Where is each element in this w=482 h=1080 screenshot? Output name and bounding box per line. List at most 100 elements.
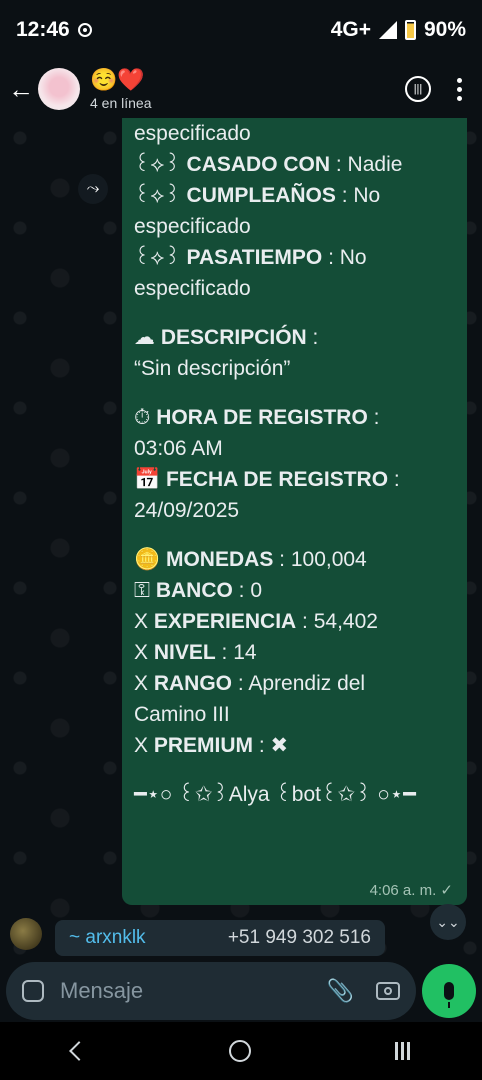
message-line xyxy=(134,384,455,402)
message-line: X EXPERIENCIA : 54,402 xyxy=(134,606,455,637)
line-value: : ✖ xyxy=(253,734,289,757)
status-bar: 12:46 4G+ 90% xyxy=(0,0,482,60)
status-time: 12:46 xyxy=(16,18,70,41)
message-line: 24/09/2025 xyxy=(134,495,455,526)
line-value: “Sin descripción” xyxy=(134,357,291,380)
message-line: ━⋆○ ꒰✩꒱Alya ꒰bot꒰✩꒱ ○⋆━ xyxy=(134,779,455,810)
system-nav-bar xyxy=(0,1022,482,1080)
line-label: PREMIUM xyxy=(153,734,254,757)
sender-card[interactable]: ~ arxnklk +51 949 302 516 xyxy=(55,920,385,956)
battery-icon xyxy=(404,20,416,40)
chat-area[interactable]: ⤳ especificado ꒰⟡꒱ CASADO CON : Nadie ꒰⟡꒱ … xyxy=(0,118,482,960)
line-prefix-icon: ☁ xyxy=(134,326,161,349)
message-line: 📅 FECHA DE REGISTRO : xyxy=(134,464,455,495)
message-line: ☁ DESCRIPCIÓN : xyxy=(134,322,455,353)
line-prefix-icon: ꒰⟡꒱ xyxy=(134,153,187,176)
line-prefix-icon: X xyxy=(134,610,154,633)
forward-icon[interactable]: ⤳ xyxy=(78,174,108,204)
line-prefix-icon: ꒰⟡꒱ xyxy=(134,184,187,207)
line-prefix-icon: X xyxy=(134,641,154,664)
nav-back-icon[interactable] xyxy=(68,1041,89,1061)
chat-header: ← ☺️❤️ 4 en línea ||| xyxy=(0,60,482,118)
message-line: ꒰⟡꒱ PASATIEMPO : No xyxy=(134,242,455,273)
message-line: especificado xyxy=(134,118,455,149)
online-count: 4 en línea xyxy=(90,95,152,111)
camera-icon[interactable] xyxy=(376,982,400,1000)
line-value: : No xyxy=(335,184,381,207)
line-prefix-icon: 📅 xyxy=(134,468,166,491)
line-prefix-icon: X xyxy=(134,734,154,757)
line-label: PASATIEMPO xyxy=(186,246,323,269)
message-line: ⏱ HORA DE REGISTRO : xyxy=(134,402,455,433)
line-label: DESCRIPCIÓN xyxy=(160,326,307,349)
line-value: : No xyxy=(322,246,367,269)
message-line: 🪙 MONEDAS : 100,004 xyxy=(134,544,455,575)
line-label: MONEDAS xyxy=(165,548,274,571)
mic-icon xyxy=(444,982,454,1008)
more-options-icon[interactable] xyxy=(457,77,462,101)
message-bubble[interactable]: especificado ꒰⟡꒱ CASADO CON : Nadie ꒰⟡꒱ CU… xyxy=(122,118,467,905)
nav-home-icon[interactable] xyxy=(229,1040,252,1062)
message-line: X PREMIUM : ✖ xyxy=(134,730,455,761)
line-label: CUMPLEAÑOS xyxy=(186,184,336,207)
line-value: : 54,402 xyxy=(296,610,378,633)
line-value: : 0 xyxy=(232,579,263,602)
message-input-bar[interactable]: Mensaje 📎 xyxy=(6,962,416,1020)
message-line xyxy=(134,304,455,322)
line-value: : xyxy=(367,406,380,429)
back-icon[interactable]: ← xyxy=(8,74,34,105)
record-icon xyxy=(77,23,92,37)
header-text[interactable]: ☺️❤️ 4 en línea xyxy=(90,67,152,111)
battery-level: 90% xyxy=(423,18,466,41)
line-value: especificado xyxy=(134,122,251,145)
message-line: especificado xyxy=(134,273,455,304)
message-line: ⚿ BANCO : 0 xyxy=(134,575,455,606)
sender-avatar[interactable] xyxy=(10,918,42,950)
line-value: : xyxy=(306,326,319,349)
line-label: RANGO xyxy=(153,672,233,695)
message-line: X NIVEL : 14 xyxy=(134,637,455,668)
voice-chat-icon[interactable]: ||| xyxy=(405,76,431,102)
chat-title: ☺️❤️ xyxy=(90,67,145,92)
sticker-icon[interactable] xyxy=(22,980,44,1002)
attach-icon[interactable]: 📎 xyxy=(327,978,354,1004)
message-line: especificado xyxy=(134,211,455,242)
mic-button[interactable] xyxy=(422,964,476,1018)
sender-phone: +51 949 302 516 xyxy=(227,927,371,948)
line-prefix-icon: ꒰⟡꒱ xyxy=(134,246,187,269)
message-line: 03:06 AM xyxy=(134,433,455,464)
reply-preview[interactable]: ~ arxnklk +51 949 302 516 xyxy=(0,912,482,962)
line-value: : Aprendiz del xyxy=(232,672,366,695)
message-line xyxy=(134,526,455,544)
line-value: : Nadie xyxy=(330,153,403,176)
line-value: Camino III xyxy=(134,703,230,726)
group-avatar[interactable] xyxy=(38,68,80,110)
line-value: : 14 xyxy=(215,641,257,664)
line-prefix-icon: ⏱ xyxy=(134,406,157,429)
line-prefix-icon: X xyxy=(134,672,154,695)
signal-icon xyxy=(378,21,397,39)
message-line: ꒰⟡꒱ CASADO CON : Nadie xyxy=(134,149,455,180)
nav-recents-icon[interactable] xyxy=(395,1042,411,1060)
line-value: 24/09/2025 xyxy=(134,499,240,522)
line-label: HORA DE REGISTRO xyxy=(156,406,368,429)
line-value: : 100,004 xyxy=(273,548,367,571)
message-input[interactable]: Mensaje xyxy=(60,978,327,1004)
line-value: : xyxy=(388,468,400,491)
message-line: ꒰⟡꒱ CUMPLEAÑOS : No xyxy=(134,180,455,211)
message-line: “Sin descripción” xyxy=(134,353,455,384)
line-label: NIVEL xyxy=(153,641,216,664)
sender-name: ~ arxnklk xyxy=(69,927,146,948)
line-prefix-icon: 🪙 xyxy=(134,548,166,571)
line-label: CASADO CON xyxy=(186,153,331,176)
message-time: 4:06 a. m. ✓ xyxy=(369,882,453,899)
line-value: ━⋆○ ꒰✩꒱Alya ꒰bot꒰✩꒱ ○⋆━ xyxy=(134,783,416,806)
message-line: X RANGO : Aprendiz del xyxy=(134,668,455,699)
line-value: especificado xyxy=(134,277,251,300)
line-label: EXPERIENCIA xyxy=(153,610,297,633)
line-value: especificado xyxy=(134,215,251,238)
network-label: 4G+ xyxy=(330,18,371,41)
line-label: FECHA DE REGISTRO xyxy=(165,468,389,491)
message-line xyxy=(134,761,455,779)
line-value: 03:06 AM xyxy=(134,437,223,460)
